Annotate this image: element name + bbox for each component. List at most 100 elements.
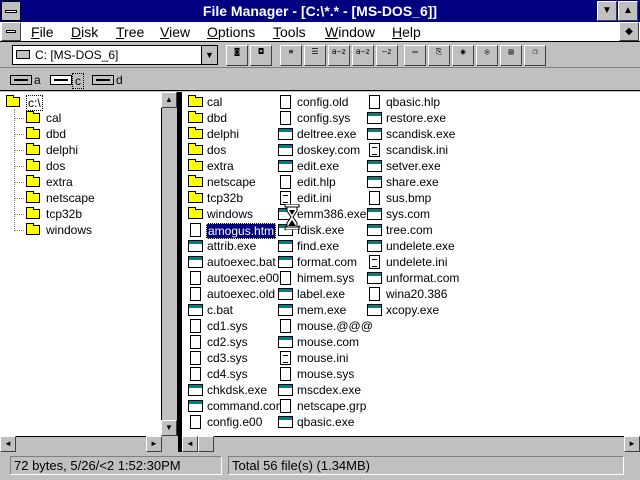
scroll-thumb[interactable] [198,436,214,452]
floppy-drive-icon [10,75,32,85]
tree-horizontal-scrollbar[interactable]: ◄ ► [0,436,178,452]
connect-network-drive-button[interactable]: ◙ [226,45,248,66]
file-name: c.bat [207,303,234,317]
view-all-details-button[interactable]: ☰ [304,45,326,66]
menu-help[interactable]: Help [392,24,421,40]
menu-tree[interactable]: Tree [116,24,144,40]
drive-bar: a c d [0,69,640,91]
file-name: scandisk.ini [386,143,449,157]
scroll-right-button[interactable]: ► [146,436,162,452]
document-icon [280,319,291,333]
drive-selector[interactable]: C: [MS-DOS_6] ▼ [12,45,218,65]
maximize-button[interactable]: ▲ [618,1,638,21]
share-as-button[interactable]: ◉ [452,45,474,66]
scroll-up-button[interactable]: ▲ [161,92,177,108]
file-name: edit.ini [297,191,332,205]
file-name: extra [207,159,234,173]
menu-disk[interactable]: Disk [71,24,98,40]
tree-connector [14,150,24,151]
file-name: mouse.ini [297,351,349,365]
file-name: mouse.sys [297,367,355,381]
document-icon [190,319,201,333]
document-control-menu-box[interactable] [1,22,21,41]
disconnect-network-drive-button[interactable]: ◘ [250,45,272,66]
menu-tools[interactable]: Tools [273,24,306,40]
status-total: Total 56 file(s) (1.34MB) [228,456,624,475]
tree-connector [14,109,15,231]
stop-sharing-button[interactable]: ◎ [476,45,498,66]
document-icon [190,271,201,285]
sort-by-date-icon: ▭ [412,47,418,56]
copy-to-clipboard-button[interactable]: ⎘ [428,45,450,66]
tree-connector [14,198,24,199]
file-list-horizontal-scrollbar[interactable]: ◄ ► [182,436,640,452]
scroll-left-button[interactable]: ◄ [0,436,16,452]
tree-connector [14,118,24,119]
drive-c[interactable]: c [48,71,88,89]
folder-icon [26,191,40,203]
document-restore-button[interactable]: ◆ [619,22,639,41]
drive-letter: a [34,73,41,87]
file-list[interactable]: cal dbd delphi dos extra netscape tcp32b window… [182,92,640,452]
scroll-down-button[interactable]: ▼ [161,420,177,436]
menu-view[interactable]: View [160,24,190,40]
text-file-icon [280,191,291,205]
hard-drive-icon [50,75,72,85]
window-title: File Manager - [C:\*.* - [MS-DOS_6]] [202,3,438,19]
sort-by-name-button[interactable]: a‒z [328,45,350,66]
menu-options[interactable]: Options [207,24,255,40]
sort-by-size-button[interactable]: ‒z [376,45,398,66]
file-name: edit.exe [297,159,340,173]
file-name: doskey.com [297,143,361,157]
sort-by-type-button[interactable]: a‒z [352,45,374,66]
folder-icon [188,127,203,139]
directory-tree[interactable]: c:\ cal dbd delphi dos extra netscape tcp32b wi… [0,92,178,452]
file-name: cd1.sys [207,319,248,333]
file-name: dbd [207,111,228,125]
open-folder-icon [6,95,20,107]
document-control-menu-icon [6,30,16,33]
file-name: chkdsk.exe [207,383,268,397]
file-name: sys.com [386,207,431,221]
status-bar: 72 bytes, 5/26/<2 1:52:30PM Total 56 fil… [0,453,640,480]
tree-vertical-scrollbar[interactable]: ▲ ▼ [161,92,177,436]
program-icon [188,304,203,316]
program-icon [278,416,293,428]
file-name: wina20.386 [386,287,448,301]
program-icon [278,160,293,172]
menu-file[interactable]: File [31,24,54,40]
scroll-right-button[interactable]: ► [624,436,640,452]
folder-icon [26,223,40,235]
minimize-button[interactable]: ▼ [597,1,617,21]
drive-d[interactable]: d [90,71,130,89]
tree-connector [14,230,24,231]
tree-connector [14,182,24,183]
file-name: cd3.sys [207,351,248,365]
folder-icon [188,143,203,155]
new-window-button[interactable]: ❐ [524,45,546,66]
menu-window[interactable]: Window [325,24,375,40]
view-name-button[interactable]: ≡ [280,45,302,66]
sort-by-type-icon: a‒z [355,47,371,56]
chevron-down-icon[interactable]: ▼ [201,46,217,64]
scroll-left-button[interactable]: ◄ [182,436,198,452]
file-name: qbasic.hlp [386,95,441,109]
file-name: autoexec.old [207,287,276,301]
file-name: config.sys [297,111,351,125]
file-name: deltree.exe [297,127,357,141]
file-name: autoexec.bat [207,255,276,269]
drive-a[interactable]: a [8,71,48,89]
properties-icon: ▤ [508,47,514,56]
folder-icon [188,191,203,203]
properties-button[interactable]: ▤ [500,45,522,66]
program-icon [278,240,293,252]
document-icon [369,287,380,301]
text-file-icon [369,255,380,269]
file-name: himem.sys [297,271,355,285]
folder-icon [26,175,40,187]
sort-by-date-button[interactable]: ▭ [404,45,426,66]
document-icon [190,287,201,301]
file-name: autoexec.e00 [207,271,280,285]
file-name: format.com [297,255,358,269]
file-name: sus.bmp [386,191,432,205]
